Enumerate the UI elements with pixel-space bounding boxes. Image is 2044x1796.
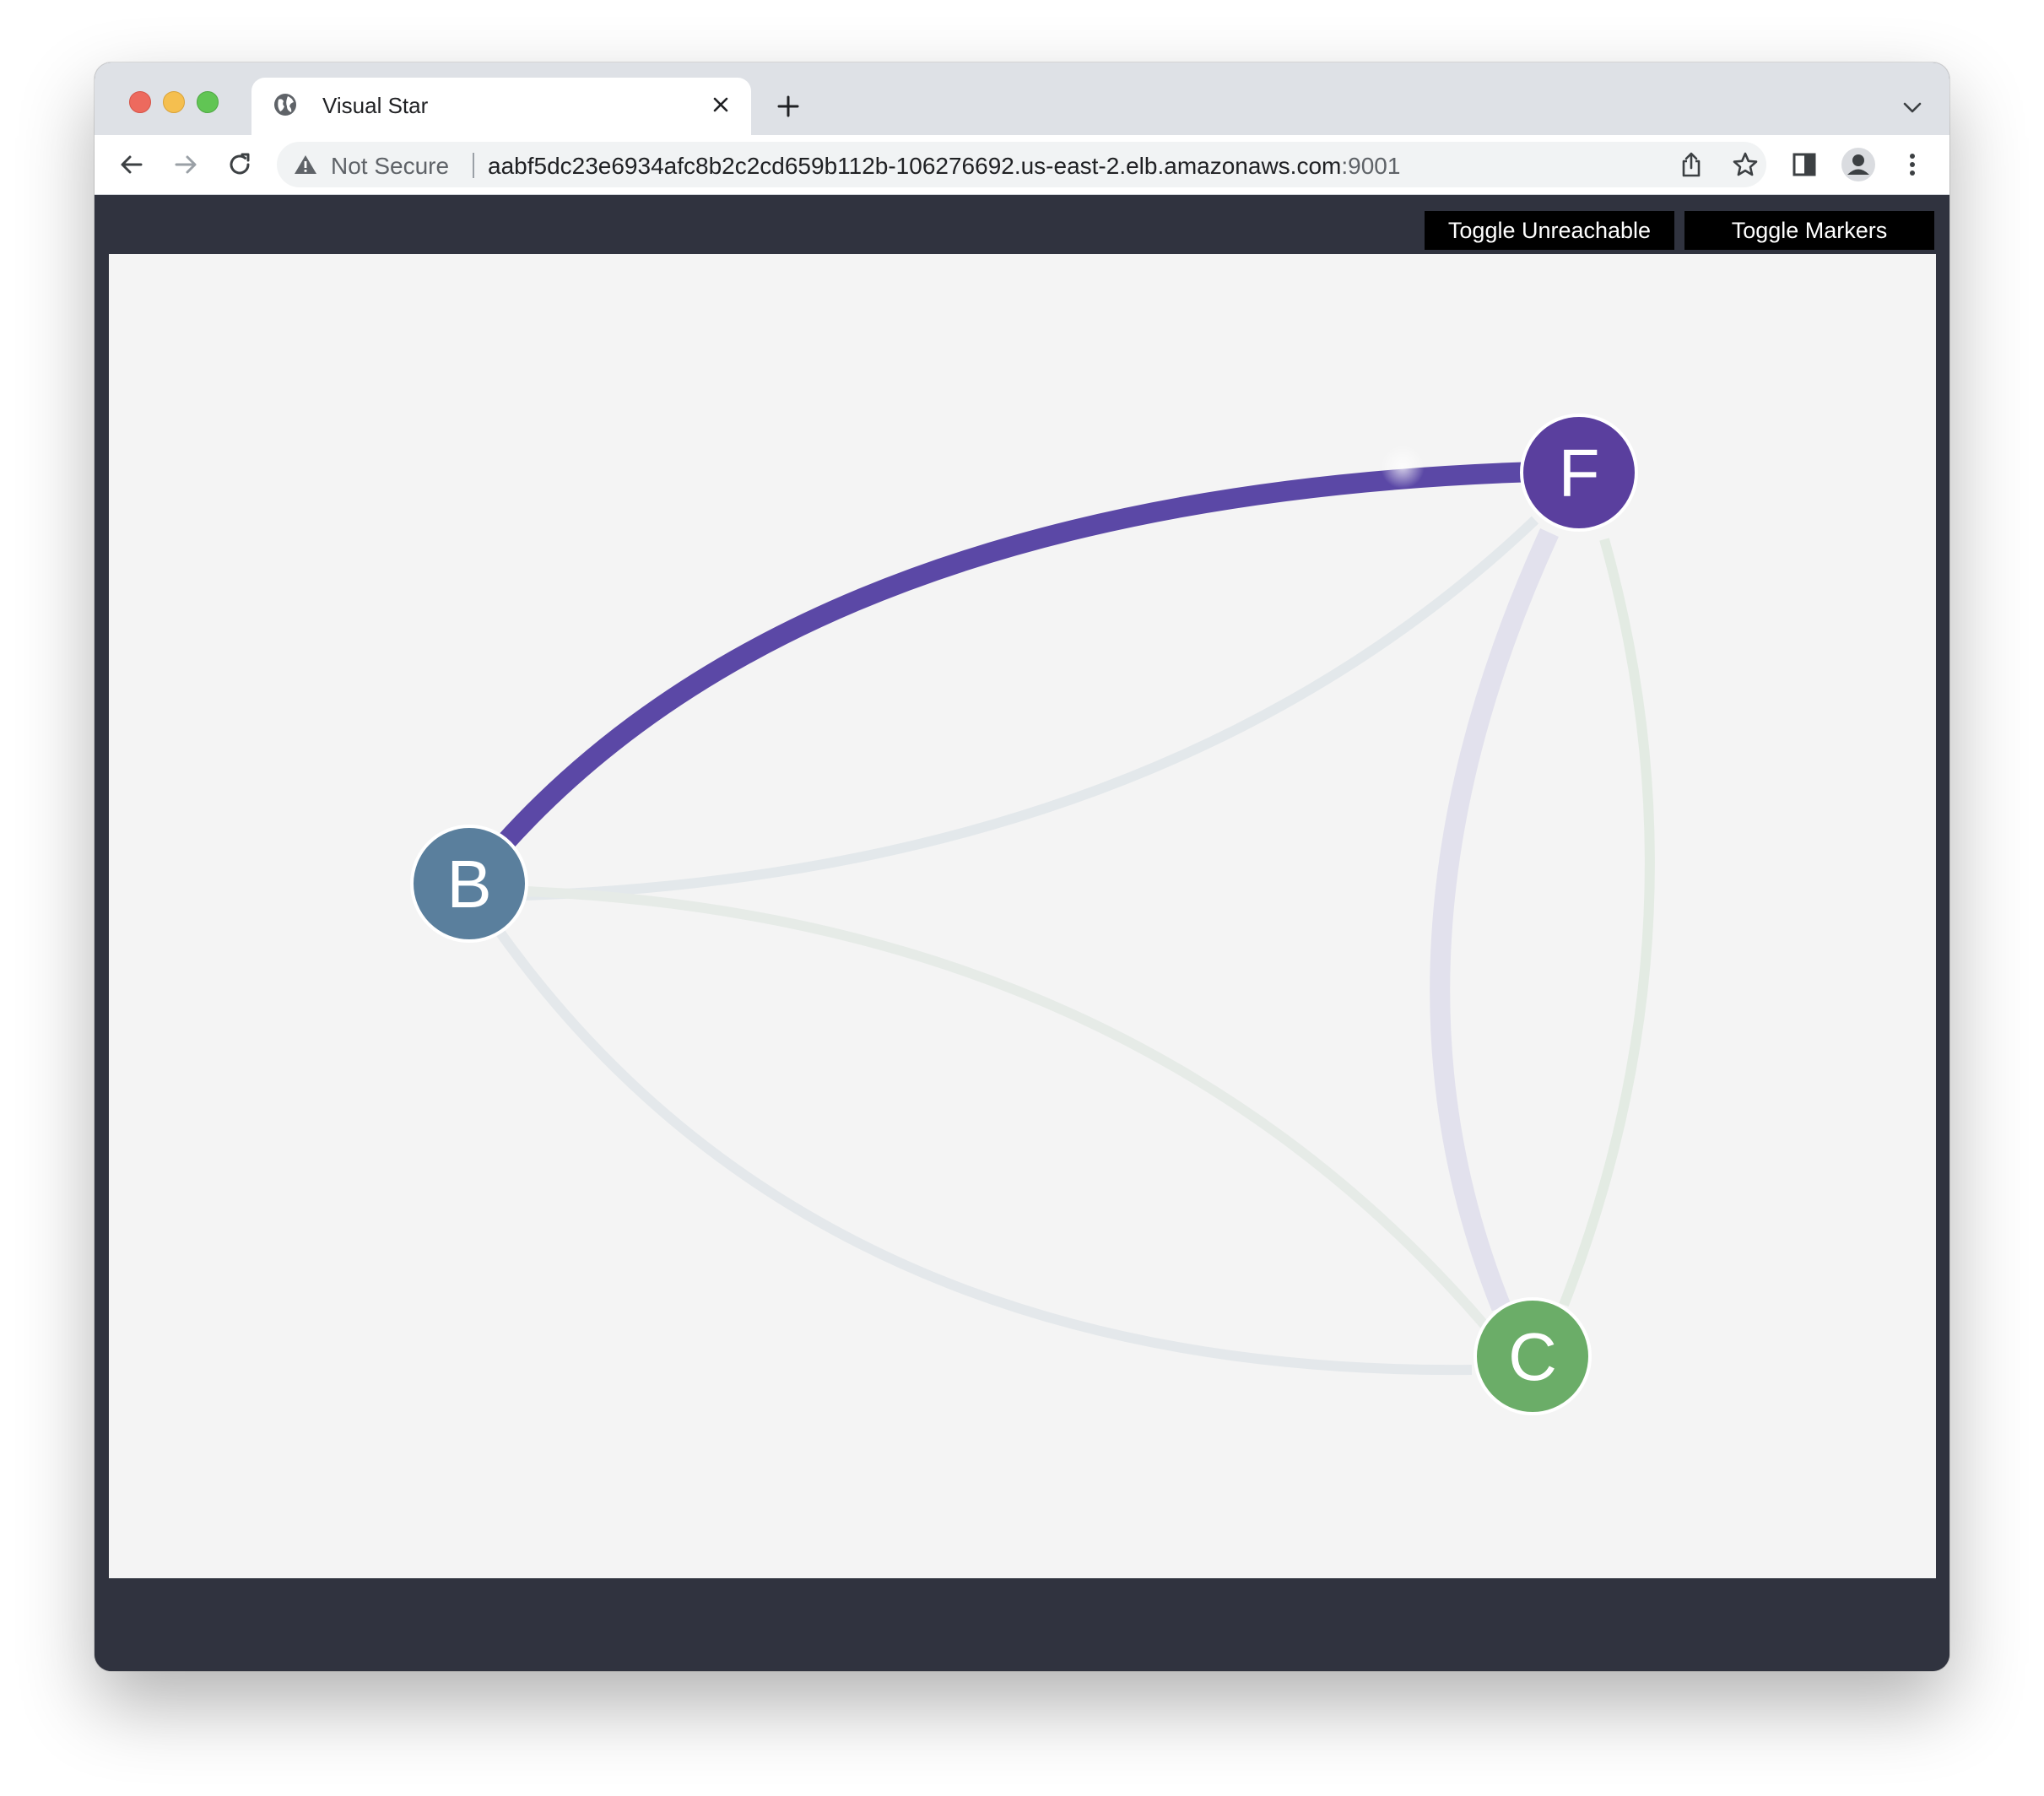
url-host: aabf5dc23e6934afc8b2c2cd659b112b-1062766… [488,153,1342,179]
browser-toolbar: Not Secure aabf5dc23e6934afc8b2c2cd659b1… [95,135,1949,195]
address-bar[interactable]: Not Secure aabf5dc23e6934afc8b2c2cd659b1… [277,142,1766,187]
side-panel-icon [1793,153,1816,176]
node-label: B [446,847,491,922]
node-c[interactable]: C [1474,1297,1592,1415]
security-indicator[interactable]: Not Secure [331,153,449,180]
address-divider [473,153,474,178]
more-menu-button[interactable] [1892,144,1933,185]
edge-b-to-c [524,886,1490,1329]
node-label: F [1559,435,1600,511]
tab-strip: Visual Star [95,62,1949,135]
close-icon [713,97,728,112]
plus-icon [777,95,799,117]
profile-icon [1841,148,1875,181]
tab-close-button[interactable] [706,89,736,120]
reload-icon [230,153,250,175]
edge-c-to-f [1559,538,1655,1307]
share-icon [1682,152,1701,177]
forward-button[interactable] [165,144,206,185]
star-icon [1733,152,1758,176]
share-button[interactable] [1676,149,1706,180]
maximize-window-button[interactable] [197,91,219,113]
new-tab-button[interactable] [770,88,807,125]
app-page: Toggle Unreachable Toggle Markers B F C [95,195,1949,1671]
minimize-window-button[interactable] [163,91,185,113]
back-button[interactable] [111,144,152,185]
node-b[interactable]: B [410,825,528,943]
graph-canvas[interactable]: B F C [109,254,1936,1578]
close-window-button[interactable] [129,91,151,113]
side-panel-button[interactable] [1784,144,1825,185]
node-label: C [1508,1319,1557,1394]
tab-visual-star[interactable]: Visual Star [251,78,751,135]
tab-title: Visual Star [322,93,429,118]
bookmark-button[interactable] [1730,149,1760,180]
back-arrow-icon [121,155,143,174]
url-port: :9001 [1341,153,1401,179]
edge-f-to-c [1430,528,1559,1312]
edge-b-to-f [495,462,1536,852]
profile-button[interactable] [1838,144,1879,185]
url-text[interactable]: aabf5dc23e6934afc8b2c2cd659b112b-1062766… [488,153,1400,180]
toggle-unreachable-button[interactable]: Toggle Unreachable [1425,211,1674,250]
tab-search-button[interactable] [1897,93,1928,123]
edge-c-to-b [491,922,1473,1376]
warning-icon [295,155,316,174]
chevron-down-icon [1903,102,1922,113]
traffic-marker [1381,445,1425,489]
reload-button[interactable] [219,144,260,185]
toggle-markers-button[interactable]: Toggle Markers [1684,211,1934,250]
network-graph: B F C [410,414,1655,1415]
globe-icon [274,94,296,116]
node-f[interactable]: F [1520,414,1638,532]
more-menu-icon [1910,154,1915,176]
forward-arrow-icon [175,155,197,174]
browser-window: Visual Star Not Secure aabf5dc23e6934afc… [95,62,1949,1671]
